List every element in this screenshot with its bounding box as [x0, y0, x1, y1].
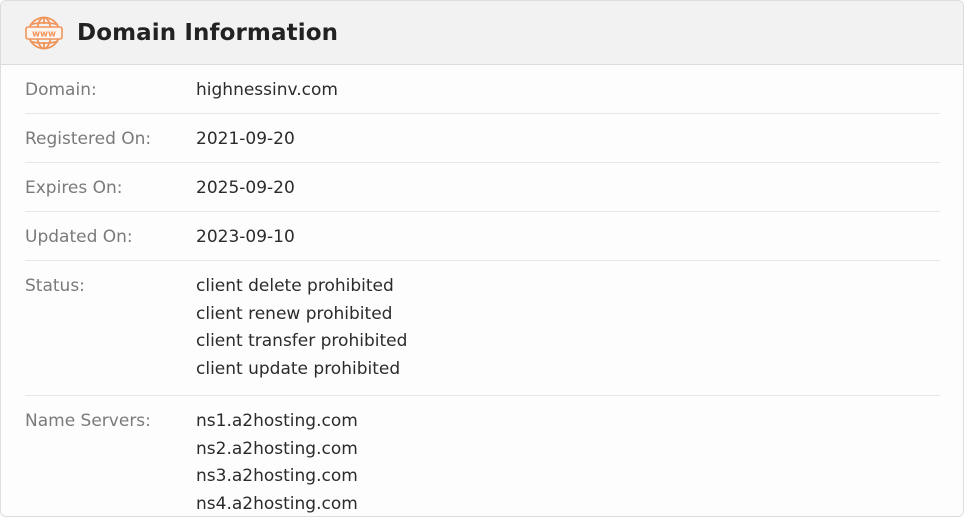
- field-label: Domain:: [25, 80, 97, 100]
- field-row-updated: Updated On: 2023-09-10: [25, 212, 940, 261]
- field-label: Status:: [25, 276, 85, 296]
- expires-date-value: 2025-09-20: [196, 178, 295, 198]
- field-row-status: Status: client delete prohibited client …: [25, 261, 940, 396]
- field-label: Updated On:: [25, 227, 133, 247]
- field-label: Expires On:: [25, 178, 123, 198]
- field-label: Name Servers:: [25, 410, 151, 431]
- field-row-domain: Domain: highnessinv.com: [25, 65, 940, 114]
- field-row-name-servers: Name Servers: ns1.a2hosting.com ns2.a2ho…: [25, 396, 940, 516]
- domain-value: highnessinv.com: [196, 80, 338, 100]
- name-server-list: ns1.a2hosting.com ns2.a2hosting.com ns3.…: [196, 409, 358, 516]
- page-title: Domain Information: [77, 19, 339, 46]
- name-server-item: ns2.a2hosting.com: [196, 438, 358, 459]
- name-server-item: ns1.a2hosting.com: [196, 410, 358, 431]
- www-icon-text: www: [32, 29, 56, 39]
- field-row-registered: Registered On: 2021-09-20: [25, 114, 940, 163]
- name-server-item: ns3.a2hosting.com: [196, 466, 358, 487]
- status-item: client delete prohibited: [196, 276, 394, 296]
- name-server-item: ns4.a2hosting.com: [196, 493, 358, 514]
- card-header: www Domain Information: [1, 1, 963, 65]
- status-item: client transfer prohibited: [196, 331, 408, 352]
- field-row-expires: Expires On: 2025-09-20: [25, 163, 940, 212]
- status-item: client update prohibited: [196, 359, 401, 380]
- field-label: Registered On:: [25, 129, 152, 149]
- updated-date-value: 2023-09-10: [196, 227, 295, 247]
- www-globe-icon: www: [25, 16, 63, 50]
- status-list: client delete prohibited client renew pr…: [196, 274, 407, 384]
- registered-date-value: 2021-09-20: [196, 129, 295, 149]
- domain-fields: Domain: highnessinv.com Registered On: 2…: [1, 65, 963, 516]
- status-item: client renew prohibited: [196, 303, 393, 324]
- domain-info-card: www Domain Information Domain: highnessi…: [0, 0, 964, 517]
